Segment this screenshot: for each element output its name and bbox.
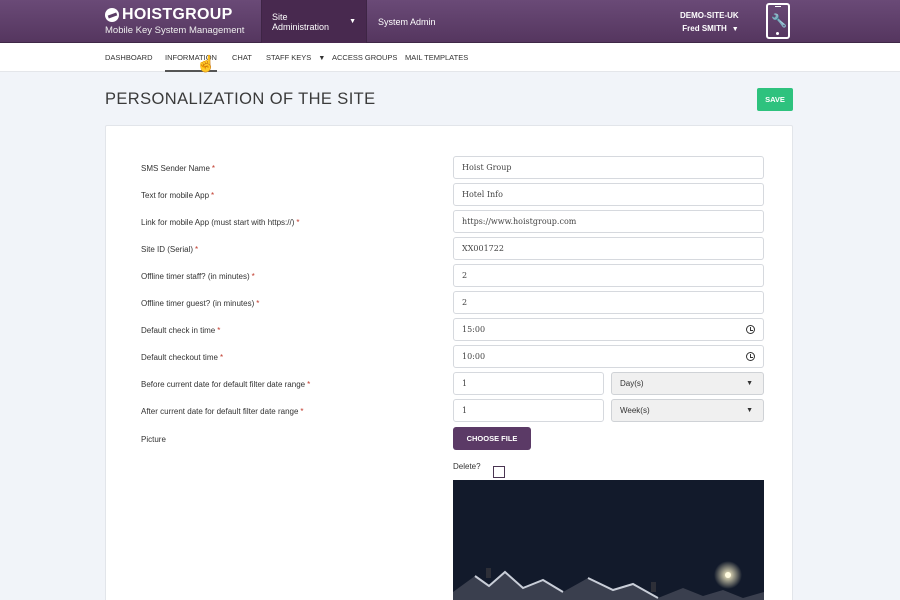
offline-timer-guest-field[interactable]: 2 (453, 291, 764, 314)
hand-cursor-icon: ☝ (196, 56, 216, 73)
sms-sender-name-label: SMS Sender Name * (141, 164, 216, 173)
dropdown-arrow-icon: ▼ (746, 380, 753, 387)
clock-icon[interactable] (746, 352, 755, 361)
chevron-down-icon: ▼ (349, 18, 356, 25)
nav-site-administration[interactable]: Site Administration ▼ (261, 0, 367, 43)
before-range-value-field[interactable]: 1 (453, 372, 604, 395)
sms-sender-name-field[interactable]: Hoist Group (453, 156, 764, 179)
mobile-app-link-field[interactable]: https://www.hoistgroup.com (453, 210, 764, 233)
clock-icon[interactable] (746, 325, 755, 334)
picture-label: Picture (141, 435, 166, 444)
save-button[interactable]: SAVE (757, 88, 793, 111)
tab-chat[interactable]: CHAT (232, 43, 252, 72)
top-bar: HOISTGROUP Mobile Key System Management … (0, 0, 900, 43)
default-checkout-label: Default checkout time * (141, 353, 224, 362)
nav-system-admin[interactable]: System Admin (368, 0, 446, 43)
delete-picture-checkbox[interactable] (493, 466, 505, 478)
tab-dashboard[interactable]: DASHBOARD (105, 43, 153, 72)
site-picture-image (453, 480, 764, 600)
offline-timer-staff-field[interactable]: 2 (453, 264, 764, 287)
default-checkin-label: Default check in time * (141, 326, 221, 335)
choose-file-button[interactable]: CHOOSE FILE (453, 427, 531, 450)
offline-timer-guest-label: Offline timer guest? (in minutes) * (141, 299, 260, 308)
after-range-unit-value: Week(s) (620, 406, 650, 415)
hoist-logo-icon (105, 8, 119, 22)
offline-timer-staff-label: Offline timer staff? (in minutes) * (141, 272, 255, 281)
tab-mail-templates[interactable]: MAIL TEMPLATES (405, 43, 468, 72)
default-checkin-field[interactable]: 15:00 (453, 318, 764, 341)
tab-access-groups[interactable]: ACCESS GROUPS (332, 43, 397, 72)
chevron-down-icon: ▼ (318, 55, 326, 62)
site-id-label: Site ID (Serial) * (141, 245, 199, 254)
default-checkin-value: 15:00 (462, 325, 486, 334)
tab-staff-keys-label: STAFF KEYS (266, 53, 312, 62)
phone-key-icon[interactable]: 🔧 (766, 3, 790, 39)
before-range-label: Before current date for default filter d… (141, 380, 311, 389)
chevron-down-icon: ▼ (731, 26, 739, 33)
brand-logo[interactable]: HOISTGROUP Mobile Key System Management (105, 6, 244, 36)
mobile-app-link-label: Link for mobile App (must start with htt… (141, 218, 300, 227)
night-houses-illustration (453, 480, 764, 600)
nav-system-admin-label: System Admin (378, 16, 436, 27)
mobile-app-text-field[interactable]: Hotel Info (453, 183, 764, 206)
site-id-field[interactable]: XX001722 (453, 237, 764, 260)
mobile-app-text-label: Text for mobile App * (141, 191, 215, 200)
sub-navigation: DASHBOARD INFORMATION CHAT STAFF KEYS ▼ … (0, 43, 900, 72)
after-range-value-field[interactable]: 1 (453, 399, 604, 422)
after-range-unit-select[interactable]: Week(s) ▼ (611, 399, 764, 422)
page-title: PERSONALIZATION OF THE SITE (105, 90, 376, 108)
site-name: DEMO-SITE-UK (680, 11, 739, 20)
brand-name: HOISTGROUP (122, 6, 233, 23)
after-range-label: After current date for default filter da… (141, 407, 304, 416)
default-checkout-value: 10:00 (462, 352, 486, 361)
default-checkout-field[interactable]: 10:00 (453, 345, 764, 368)
nav-site-administration-label: Site Administration (272, 11, 330, 32)
delete-picture-label: Delete? (453, 462, 481, 471)
user-menu[interactable]: DEMO-SITE-UK Fred SMITH ▼ (680, 9, 739, 36)
brand-subtitle: Mobile Key System Management (105, 25, 245, 36)
dropdown-arrow-icon: ▼ (746, 407, 753, 414)
tab-staff-keys[interactable]: STAFF KEYS ▼ (266, 43, 325, 72)
user-name: Fred SMITH (682, 24, 727, 33)
before-range-unit-value: Day(s) (620, 379, 644, 388)
before-range-unit-select[interactable]: Day(s) ▼ (611, 372, 764, 395)
